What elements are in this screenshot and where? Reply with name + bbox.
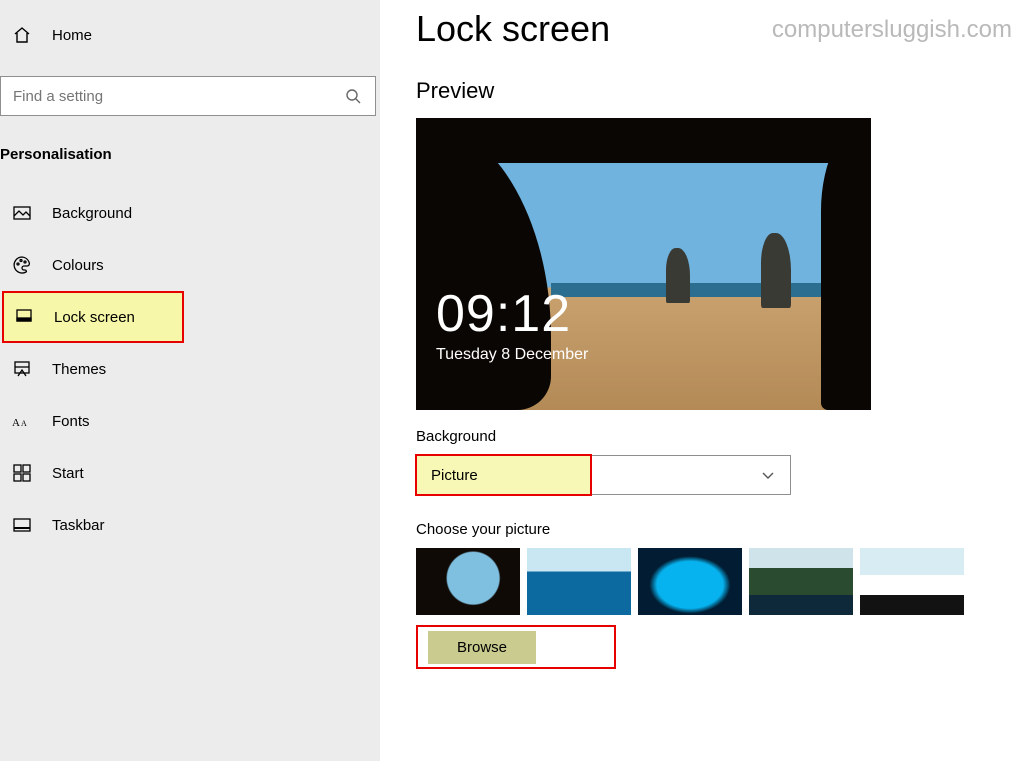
svg-text:A: A [12, 417, 20, 429]
thumbnail-ocean-surface[interactable] [527, 548, 631, 615]
sidebar-item-label: Taskbar [52, 517, 105, 534]
sidebar-item-label: Themes [52, 361, 106, 378]
browse-button-label: Browse [457, 639, 507, 656]
search-icon [343, 86, 363, 106]
thumbnail-cave-beach[interactable] [416, 548, 520, 615]
nav-list: Background Colours Lock screen [0, 187, 380, 551]
background-dropdown[interactable]: Picture [416, 455, 791, 495]
choose-picture-label: Choose your picture [416, 521, 1012, 538]
lock-time-text: 09:12 [436, 288, 588, 340]
highlight-overlay: Picture [415, 454, 592, 496]
sidebar-item-colours[interactable]: Colours [0, 239, 380, 291]
background-label: Background [416, 428, 1012, 445]
dropdown-value: Picture [431, 467, 478, 484]
chevron-down-icon [758, 465, 778, 485]
themes-icon [12, 359, 32, 379]
lock-clock: 09:12 Tuesday 8 December [436, 288, 588, 364]
preview-rock [666, 248, 690, 303]
sidebar-item-label: Fonts [52, 413, 90, 430]
search-input[interactable] [13, 88, 313, 105]
thumbnail-ice-cave[interactable] [638, 548, 742, 615]
sidebar-item-label: Start [52, 465, 84, 482]
sidebar-item-start[interactable]: Start [0, 447, 380, 499]
home-nav[interactable]: Home [0, 12, 380, 58]
preview-cave [821, 118, 871, 410]
lock-date-text: Tuesday 8 December [436, 346, 588, 364]
category-heading: Personalisation [0, 146, 380, 187]
thumbnail-mountain-lake[interactable] [749, 548, 853, 615]
home-label: Home [52, 27, 92, 44]
picture-thumbnails [416, 548, 1012, 615]
sidebar-item-taskbar[interactable]: Taskbar [0, 499, 380, 551]
search-container [0, 76, 380, 116]
sidebar-item-background[interactable]: Background [0, 187, 380, 239]
thumbnail-misty-hill[interactable] [860, 548, 964, 615]
palette-icon [12, 255, 32, 275]
svg-text:A: A [21, 419, 27, 428]
image-icon [12, 203, 32, 223]
start-icon [12, 463, 32, 483]
sidebar-item-lock-screen[interactable]: Lock screen [2, 291, 184, 343]
preview-rock [761, 233, 791, 308]
lock-screen-preview: 09:12 Tuesday 8 December [416, 118, 871, 410]
settings-search[interactable] [0, 76, 376, 116]
lockscreen-icon [14, 307, 34, 327]
fonts-icon: A A [12, 411, 32, 431]
main-panel: computersluggish.com Lock screen Preview… [380, 0, 1024, 761]
sidebar-item-label: Lock screen [54, 309, 135, 326]
sidebar-item-themes[interactable]: Themes [0, 343, 380, 395]
settings-sidebar: Home Personalisation Background [0, 0, 380, 761]
browse-container: Browse [416, 625, 616, 669]
sidebar-item-label: Background [52, 205, 132, 222]
home-icon [12, 25, 32, 45]
sidebar-item-label: Colours [52, 257, 104, 274]
sidebar-item-fonts[interactable]: A A Fonts [0, 395, 380, 447]
preview-heading: Preview [416, 78, 1012, 104]
taskbar-icon [12, 515, 32, 535]
watermark-text: computersluggish.com [772, 16, 1012, 44]
browse-button[interactable]: Browse [428, 631, 536, 664]
